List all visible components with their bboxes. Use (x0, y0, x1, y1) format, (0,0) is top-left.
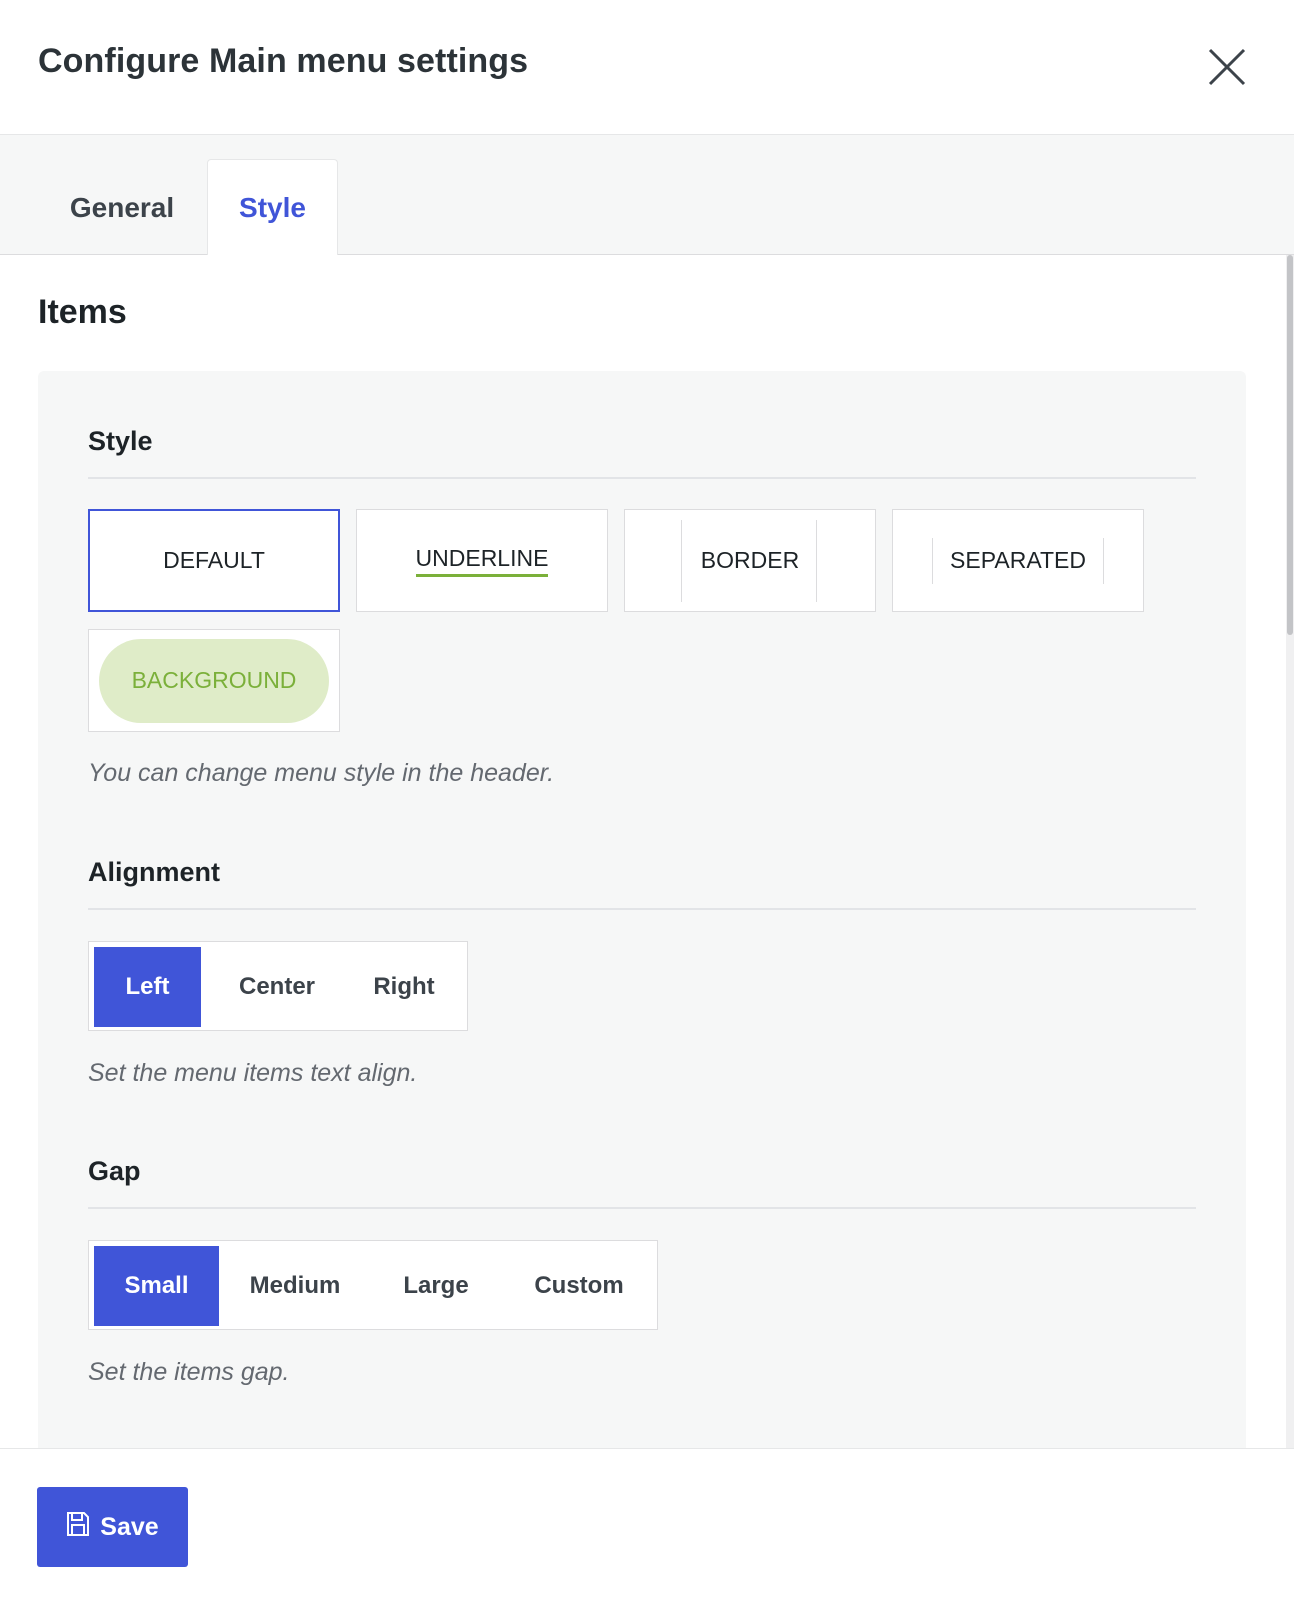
style-option-border[interactable]: BORDER (624, 509, 876, 612)
style-option-label: DEFAULT (163, 547, 265, 573)
scrollbar-thumb[interactable] (1287, 255, 1293, 635)
style-divider (88, 477, 1196, 479)
gap-custom-button[interactable]: Custom (507, 1246, 651, 1326)
style-option-separated[interactable]: SEPARATED (892, 509, 1144, 612)
style-section-title: Style (88, 426, 153, 456)
style-option-label: BACKGROUND (131, 667, 297, 693)
background-pill: BACKGROUND (99, 638, 329, 723)
style-help-text: You can change menu style in the header. (88, 759, 555, 787)
alignment-segmented-control: Left Center Right (88, 941, 468, 1031)
gap-help-text: Set the items gap. (88, 1358, 290, 1386)
style-option-label: UNDERLINE (415, 545, 549, 577)
save-label: Save (100, 1512, 159, 1541)
style-option-background[interactable]: BACKGROUND (88, 629, 340, 732)
alignment-right-button[interactable]: Right (351, 947, 457, 1027)
gap-divider (88, 1207, 1196, 1209)
alignment-section-title: Alignment (88, 857, 220, 887)
tab-style[interactable]: Style (207, 159, 338, 256)
dialog-header: Configure Main menu settings (0, 0, 1294, 135)
save-icon (66, 1511, 90, 1544)
gap-small-button[interactable]: Small (94, 1246, 219, 1326)
tab-bar: General Style (0, 135, 1294, 256)
dialog-title: Configure Main menu settings (38, 42, 529, 80)
alignment-center-button[interactable]: Center (209, 947, 345, 1027)
gap-section-title: Gap (88, 1156, 141, 1186)
dialog-footer: Save (0, 1448, 1294, 1604)
save-button[interactable]: Save (37, 1487, 188, 1567)
border-divider (681, 520, 682, 602)
style-option-label: SEPARATED (950, 547, 1086, 573)
separator-line (932, 538, 933, 584)
settings-content: Items Style DEFAULT UNDERLINE BORDER SEP… (0, 255, 1294, 1448)
alignment-left-button[interactable]: Left (94, 947, 201, 1027)
style-option-default[interactable]: DEFAULT (88, 509, 340, 612)
border-divider (816, 520, 817, 602)
tab-general[interactable]: General (38, 159, 206, 256)
style-option-underline[interactable]: UNDERLINE (356, 509, 608, 612)
alignment-divider (88, 908, 1196, 910)
style-option-label: BORDER (700, 547, 800, 573)
alignment-help-text: Set the menu items text align. (88, 1059, 418, 1087)
gap-large-button[interactable]: Large (371, 1246, 501, 1326)
gap-medium-button[interactable]: Medium (225, 1246, 365, 1326)
gap-segmented-control: Small Medium Large Custom (88, 1240, 658, 1330)
items-section-title: Items (38, 293, 127, 331)
items-panel: Style DEFAULT UNDERLINE BORDER SEPARATED… (38, 371, 1246, 1448)
separator-line (1103, 538, 1104, 584)
scrollbar[interactable] (1286, 255, 1294, 1448)
close-icon[interactable] (1208, 48, 1246, 86)
